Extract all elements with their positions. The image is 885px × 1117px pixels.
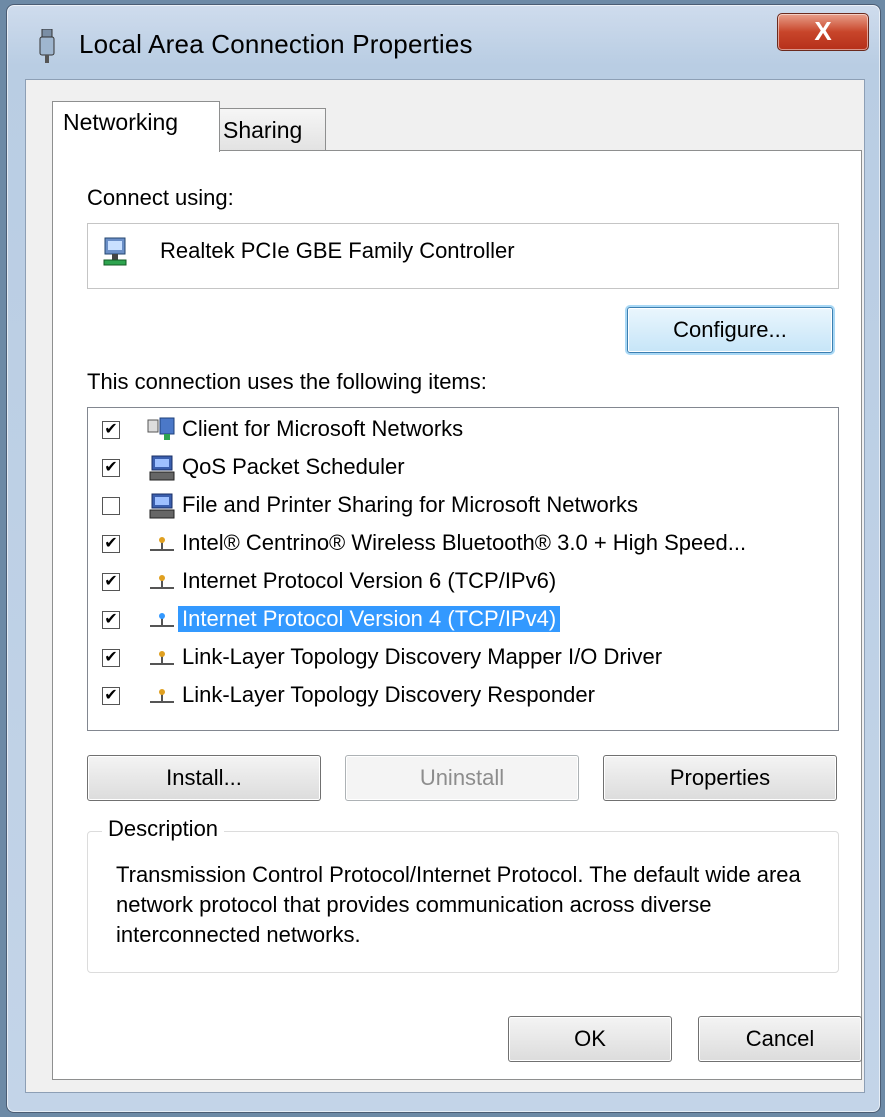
item-label: Link-Layer Topology Discovery Responder <box>182 682 595 707</box>
list-item[interactable]: File and Printer Sharing for Microsoft N… <box>88 488 838 524</box>
close-icon: X <box>814 16 832 46</box>
uninstall-button[interactable]: Uninstall <box>345 755 579 801</box>
items-label: This connection uses the following items… <box>87 369 487 394</box>
connect-using-label: Connect using: <box>87 185 234 210</box>
uninstall-label: Uninstall <box>419 765 505 790</box>
description-legend: Description <box>102 816 225 842</box>
list-item[interactable]: ✔ QoS Packet Scheduler <box>88 450 838 486</box>
adapter-name: Realtek PCIe GBE Family Controller <box>160 238 515 263</box>
protocol-icon <box>150 575 174 589</box>
configure-label: Configure... <box>673 317 787 342</box>
properties-button[interactable]: Properties <box>603 755 837 801</box>
tab-networking[interactable]: Networking <box>52 101 220 152</box>
item-checkbox[interactable]: ✔ <box>102 535 120 553</box>
item-checkbox[interactable]: ✔ <box>102 649 120 667</box>
window-title: Local Area Connection Properties <box>79 29 473 59</box>
item-checkbox[interactable]: ✔ <box>102 573 120 591</box>
network-adapter-icon <box>103 237 127 266</box>
item-label: Link-Layer Topology Discovery Mapper I/O… <box>182 644 663 669</box>
list-item[interactable]: ✔ Intel® Centrino® Wireless Bluetooth® 3… <box>88 526 838 562</box>
properties-window: Local Area Connection Properties X Netwo… <box>6 4 881 1113</box>
description-text: Transmission Control Protocol/Internet P… <box>116 862 801 947</box>
item-label: Internet Protocol Version 4 (TCP/IPv4) <box>176 605 562 633</box>
list-item[interactable]: ✔ Internet Protocol Version 6 (TCP/IPv6) <box>88 564 838 600</box>
item-label: Client for Microsoft Networks <box>182 416 464 441</box>
service-icon <box>149 493 175 519</box>
list-item[interactable]: ✔ Link-Layer Topology Discovery Mapper I… <box>88 640 838 676</box>
service-icon <box>149 455 175 481</box>
item-checkbox[interactable]: ✔ <box>102 421 120 439</box>
item-checkbox[interactable]: ✔ <box>102 459 120 477</box>
close-button[interactable]: X <box>777 13 869 51</box>
cancel-button[interactable]: Cancel <box>698 1016 862 1062</box>
item-checkbox[interactable]: ✔ <box>102 687 120 705</box>
install-label: Install... <box>166 765 242 790</box>
ok-button[interactable]: OK <box>508 1016 672 1062</box>
network-client-icon <box>147 417 175 440</box>
network-plug-icon <box>39 29 55 63</box>
item-checkbox[interactable]: ✔ <box>102 611 120 629</box>
title-bar[interactable]: Local Area Connection Properties X <box>7 5 880 75</box>
protocol-icon <box>150 651 174 665</box>
cancel-label: Cancel <box>745 1026 815 1051</box>
protocol-icon <box>150 537 174 551</box>
description-group: Description Transmission Control Protoco… <box>87 816 839 973</box>
ok-label: OK <box>574 1026 606 1051</box>
items-list[interactable]: ✔ Client for Microsoft Networks ✔ QoS Pa… <box>87 407 839 731</box>
item-label: Internet Protocol Version 6 (TCP/IPv6) <box>182 568 557 593</box>
item-checkbox[interactable] <box>102 497 120 515</box>
item-label: File and Printer Sharing for Microsoft N… <box>182 492 639 517</box>
tab-sharing[interactable]: Sharing <box>212 108 326 151</box>
protocol-icon <box>150 613 174 627</box>
dialog-client-area: Networking Sharing Connect using: Realte… <box>25 79 865 1093</box>
list-item[interactable]: ✔ Client for Microsoft Networks <box>88 412 838 448</box>
properties-label: Properties <box>669 765 771 790</box>
configure-button[interactable]: Configure... <box>627 307 833 353</box>
item-label: Intel® Centrino® Wireless Bluetooth® 3.0… <box>182 530 747 555</box>
networking-panel: Connect using: Realtek PCIe GBE Family C… <box>52 150 862 1080</box>
adapter-box: Realtek PCIe GBE Family Controller <box>87 223 839 289</box>
protocol-icon <box>150 689 174 703</box>
list-item-selected[interactable]: ✔ Internet Protocol Version 4 (TCP/IPv4) <box>88 602 838 638</box>
install-button[interactable]: Install... <box>87 755 321 801</box>
list-item[interactable]: ✔ Link-Layer Topology Discovery Responde… <box>88 678 838 714</box>
item-label: QoS Packet Scheduler <box>182 454 405 479</box>
